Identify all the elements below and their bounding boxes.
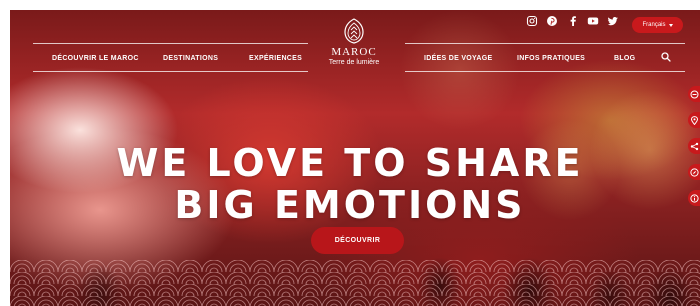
hero-headline-line1: WE LOVE TO SHARE <box>116 141 584 185</box>
instagram-icon[interactable] <box>526 15 538 27</box>
nav-divider-bottom-left <box>33 71 308 72</box>
nav-item-idees-de-voyage[interactable]: IDÉES DE VOYAGE <box>424 55 492 62</box>
pinterest-icon[interactable] <box>546 15 558 27</box>
site-logo[interactable]: MAROC Terre de lumière <box>318 18 390 78</box>
nav-divider-bottom-right <box>405 71 685 72</box>
side-button-itinerary[interactable] <box>688 86 700 102</box>
language-selector[interactable]: Français <box>632 17 683 33</box>
logo-emblem-icon <box>344 18 364 44</box>
itinerary-icon <box>690 90 699 98</box>
wave-pattern <box>10 260 700 306</box>
search-icon[interactable] <box>661 52 671 62</box>
nav-item-decouvrir-le-maroc[interactable]: DÉCOUVRIR LE MAROC <box>52 55 139 62</box>
info-icon <box>690 193 699 203</box>
facebook-icon[interactable] <box>567 15 579 27</box>
side-button-share[interactable] <box>688 138 700 154</box>
side-button-compass[interactable] <box>688 164 700 180</box>
compass-icon <box>690 167 699 177</box>
page: DÉCOUVRIR LE MAROC DESTINATIONS EXPÉRIEN… <box>0 0 700 306</box>
map-pin-icon <box>690 115 699 125</box>
logo-subtitle: Terre de lumière <box>328 59 380 66</box>
nav-divider-top-left <box>33 43 308 44</box>
nav-item-infos-pratiques[interactable]: INFOS PRATIQUES <box>517 55 585 62</box>
nav-item-experiences[interactable]: EXPÉRIENCES <box>249 55 302 62</box>
youtube-icon[interactable] <box>587 15 599 27</box>
side-button-info[interactable] <box>688 190 700 206</box>
share-icon <box>690 142 699 150</box>
logo-title: MAROC <box>331 46 377 58</box>
hero-headline-line2: BIG EMOTIONS <box>174 183 526 227</box>
decouvrir-button[interactable]: DÉCOUVRIR <box>311 227 404 254</box>
language-label: Français <box>642 22 666 28</box>
nav-divider-top-right <box>405 43 685 44</box>
twitter-icon[interactable] <box>607 15 619 27</box>
nav-item-blog[interactable]: BLOG <box>614 55 635 62</box>
side-button-map[interactable] <box>688 112 700 128</box>
nav-item-destinations[interactable]: DESTINATIONS <box>163 55 218 62</box>
chevron-down-icon <box>668 23 673 27</box>
